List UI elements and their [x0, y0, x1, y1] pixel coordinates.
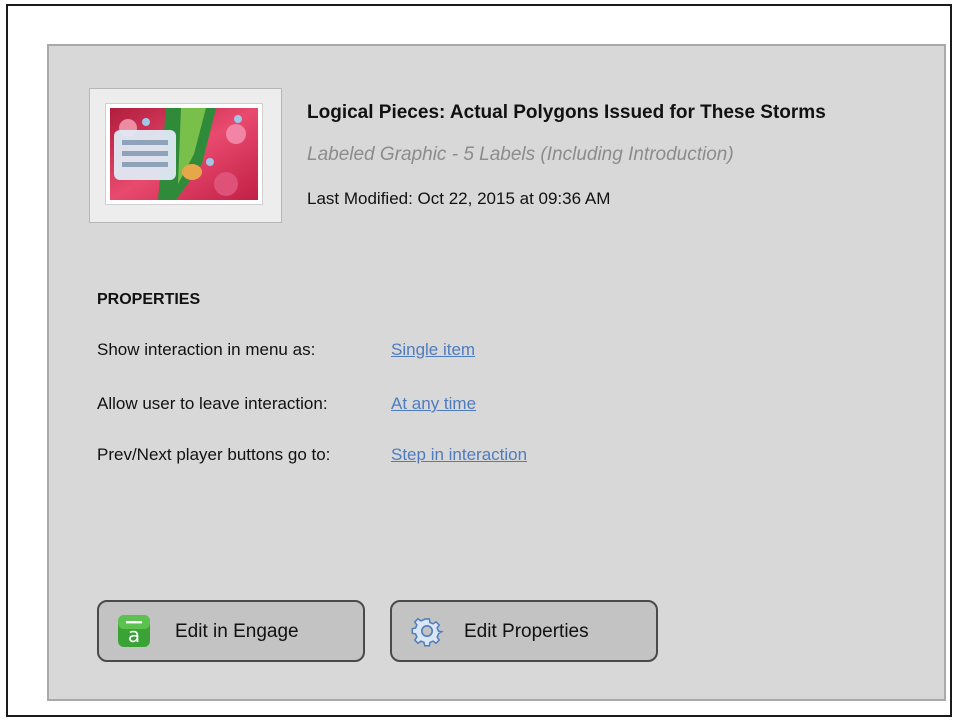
prev-next-link[interactable]: Step in interaction: [391, 445, 527, 465]
engage-app-icon: a: [118, 615, 150, 647]
property-label: Allow user to leave interaction:: [97, 394, 328, 413]
labeled-graphic-thumbnail-icon: [110, 108, 258, 200]
properties-heading: PROPERTIES: [97, 291, 201, 308]
interaction-title: Logical Pieces: Actual Polygons Issued f…: [307, 102, 826, 123]
last-modified: Last Modified: Oct 22, 2015 at 09:36 AM: [307, 189, 611, 208]
thumbnail-image: [105, 103, 263, 205]
gear-icon: [411, 617, 444, 647]
svg-text:a: a: [128, 623, 140, 647]
property-label: Prev/Next player buttons go to:: [97, 445, 331, 464]
edit-in-engage-button[interactable]: a Edit in Engage: [97, 600, 365, 662]
edit-properties-button[interactable]: Edit Properties: [390, 600, 658, 662]
window-frame: Logical Pieces: Actual Polygons Issued f…: [6, 4, 952, 717]
property-label: Show interaction in menu as:: [97, 340, 316, 359]
interaction-type: Labeled Graphic - 5 Labels (Including In…: [307, 144, 734, 165]
edit-in-engage-label: Edit in Engage: [175, 621, 299, 642]
leave-interaction-link[interactable]: At any time: [391, 394, 476, 414]
thumbnail: [89, 88, 282, 223]
interaction-panel: Logical Pieces: Actual Polygons Issued f…: [47, 44, 946, 701]
menu-display-link[interactable]: Single item: [391, 340, 475, 360]
edit-properties-label: Edit Properties: [464, 621, 589, 642]
